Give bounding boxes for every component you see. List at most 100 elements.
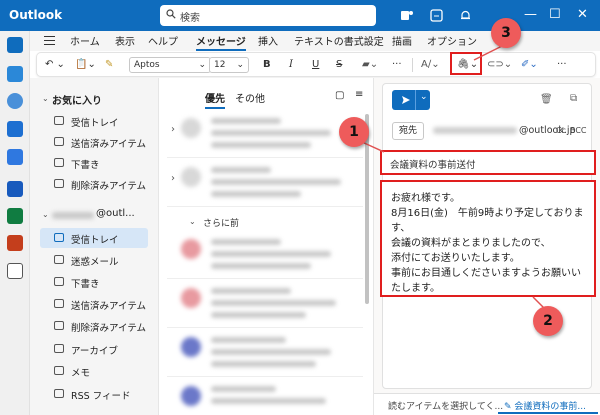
redacted-text — [211, 142, 311, 148]
paste-icon[interactable]: 📋⌄ — [75, 57, 96, 73]
account-suffix[interactable]: @outl... — [96, 208, 135, 219]
list-item[interactable] — [167, 378, 363, 415]
powerpoint-app-icon[interactable] — [7, 235, 23, 251]
tab-focused[interactable]: 優先 — [205, 90, 225, 109]
groups-app-icon[interactable] — [7, 121, 23, 137]
close-icon[interactable]: ✕ — [577, 7, 588, 23]
more-apps-icon[interactable] — [7, 263, 23, 279]
calendar-app-icon[interactable] — [7, 66, 23, 82]
people-app-icon[interactable] — [7, 93, 23, 109]
search-placeholder: 検索 — [180, 13, 200, 24]
body-line: 事前にお目通しくださいますようお願いい — [391, 268, 581, 279]
tab-other[interactable]: その他 — [235, 90, 265, 105]
subject-value: 会議資料の事前送付 — [390, 160, 476, 171]
chevron-down-icon[interactable]: ⌄ — [189, 217, 196, 226]
select-icon[interactable]: ▢ — [335, 90, 344, 101]
folder-label: 下書き — [71, 160, 100, 171]
chevron-right-icon[interactable]: › — [171, 173, 175, 184]
list-item[interactable] — [167, 231, 363, 279]
list-item[interactable]: › — [167, 110, 363, 158]
highlight-icon[interactable]: ▰⌄ — [362, 57, 378, 73]
italic-button[interactable]: I — [289, 57, 293, 73]
message-body[interactable]: お疲れ様です。 8月16日(金) 午前9時より予定しておりま す、 会議の資料が… — [380, 180, 596, 297]
fav-sent[interactable]: 送信済みアイテム — [40, 132, 148, 152]
ribbon-toolbar: ↶ ⌄ 📋⌄ ✎ Aptos ⌄ 12 ⌄ B I U S ▰⌄ ··· A∕⌄ 🖇… — [36, 52, 596, 77]
format-painter-icon[interactable]: ✎ — [105, 57, 113, 73]
tab-format-text[interactable]: テキストの書式設定 — [294, 33, 384, 48]
avatar — [181, 167, 201, 187]
undo-icon[interactable]: ↶ ⌄ — [45, 57, 65, 73]
fav-drafts[interactable]: 下書き — [40, 153, 148, 173]
redacted-text — [211, 337, 286, 343]
subject-field[interactable]: 会議資料の事前送付 — [380, 150, 596, 175]
maximize-icon[interactable]: ☐ — [549, 7, 561, 23]
fav-inbox[interactable]: 受信トレイ — [40, 111, 148, 131]
to-button[interactable]: 宛先 — [392, 122, 424, 140]
tab-home[interactable]: ホーム — [70, 33, 100, 48]
status-reading[interactable]: 読むアイテムを選択してく... — [388, 399, 503, 412]
font-name-select[interactable]: Aptos ⌄ — [129, 57, 211, 73]
tab-message[interactable]: メッセージ — [196, 33, 246, 51]
menu-icon[interactable] — [44, 36, 55, 45]
send-options-button[interactable]: ⌄ — [415, 90, 430, 110]
todo-app-icon[interactable] — [7, 149, 23, 165]
folder-label: 削除済みアイテム — [71, 181, 147, 192]
callout-2: 2 — [533, 306, 563, 336]
folder-rss[interactable]: RSS フィード — [40, 384, 148, 404]
send-button[interactable]: ⌄ — [392, 90, 430, 110]
styles-icon[interactable]: A∕⌄ — [421, 57, 440, 73]
tab-view[interactable]: 表示 — [115, 33, 135, 48]
bcc-button[interactable]: BCC — [570, 126, 587, 135]
tab-help[interactable]: ヘルプ — [148, 33, 178, 48]
more-format-button[interactable]: ··· — [392, 57, 402, 73]
body-line: たします。 — [391, 283, 440, 294]
folder-inbox[interactable]: 受信トレイ — [40, 228, 148, 248]
filter-icon[interactable]: ≡ — [355, 89, 363, 100]
word-app-icon[interactable] — [7, 181, 23, 197]
folder-archive[interactable]: アーカイブ — [40, 339, 148, 359]
folder-label: 下書き — [71, 279, 100, 290]
notes-icon[interactable] — [430, 9, 443, 22]
fav-deleted[interactable]: 削除済みアイテム — [40, 174, 148, 194]
send-icon — [402, 96, 410, 104]
folder-drafts[interactable]: 下書き — [40, 272, 148, 292]
folder-junk[interactable]: 迷惑メール — [40, 250, 148, 270]
cc-button[interactable]: Cc — [556, 126, 566, 135]
signature-icon[interactable]: ✐⌄ — [521, 57, 538, 73]
rss-icon — [54, 389, 64, 398]
tab-options[interactable]: オプション — [427, 33, 477, 48]
tab-draw[interactable]: 描画 — [392, 33, 412, 48]
list-item[interactable] — [167, 329, 363, 377]
group-header[interactable]: さらに前 — [203, 216, 239, 229]
popout-icon[interactable]: ⧉ — [570, 93, 577, 104]
mail-app-icon[interactable] — [7, 37, 23, 53]
scrollbar[interactable] — [365, 114, 369, 304]
link-icon[interactable]: ⊂⊃⌄ — [487, 57, 512, 73]
chevron-right-icon[interactable]: › — [171, 124, 175, 135]
chevron-down-icon[interactable]: ⌄ — [42, 94, 49, 103]
font-name-value: Aptos — [134, 60, 160, 70]
chevron-down-icon[interactable]: ⌄ — [42, 210, 49, 219]
underline-button[interactable]: U — [312, 57, 319, 73]
teams-icon[interactable] — [400, 9, 413, 22]
folder-notes[interactable]: メモ — [40, 361, 148, 381]
search-box[interactable]: 検索 — [160, 5, 376, 26]
redacted-text — [211, 130, 331, 136]
bell-icon[interactable] — [459, 9, 472, 22]
list-item[interactable]: › — [167, 159, 363, 207]
bold-button[interactable]: B — [263, 57, 271, 73]
trash-icon[interactable]: 🗑 — [540, 94, 553, 105]
tab-insert[interactable]: 挿入 — [258, 33, 278, 48]
minimize-icon[interactable]: — — [524, 7, 537, 23]
folder-sent[interactable]: 送信済みアイテム — [40, 294, 148, 314]
font-size-select[interactable]: 12 ⌄ — [209, 57, 249, 73]
list-item[interactable] — [167, 280, 363, 328]
more-options-button[interactable]: ··· — [557, 57, 567, 73]
excel-app-icon[interactable] — [7, 208, 23, 224]
redacted-text — [211, 386, 276, 392]
recipient-domain[interactable]: @outlook.jp — [519, 125, 576, 136]
favorites-header[interactable]: お気に入り — [52, 92, 102, 107]
strikethrough-button[interactable]: S — [336, 57, 342, 73]
folder-deleted[interactable]: 削除済みアイテム — [40, 316, 148, 336]
draft-tab[interactable]: ✎ 会議資料の事前... — [498, 396, 598, 414]
